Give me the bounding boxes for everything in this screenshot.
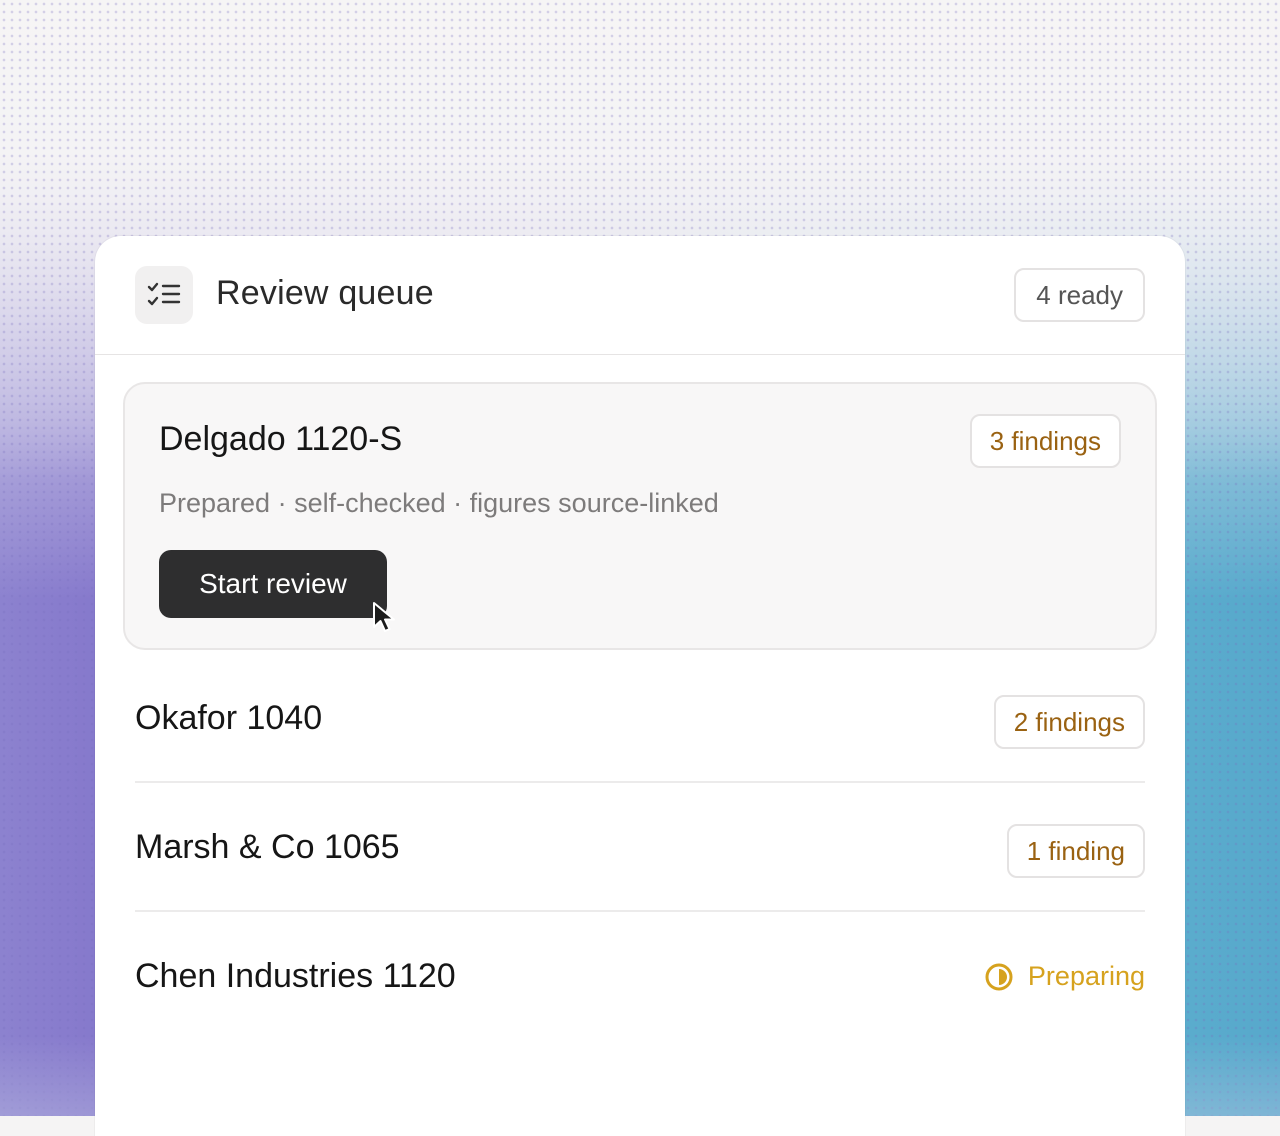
queue-item-title: Okafor 1040 <box>135 699 323 737</box>
ready-count-badge: 4 ready <box>1014 268 1145 322</box>
preparing-status: Preparing <box>984 961 1145 992</box>
page-title: Review queue <box>216 274 434 312</box>
mouse-cursor-icon <box>373 602 395 632</box>
start-review-button[interactable]: Start review <box>159 550 387 618</box>
card-header: Review queue 4 ready <box>95 236 1185 355</box>
findings-badge: 2 findings <box>993 695 1145 749</box>
checklist-icon <box>135 266 193 324</box>
queue-item-title: Delgado 1120-S <box>159 420 403 458</box>
queue-item-active[interactable]: Delgado 1120-S 3 findings Prepared · sel… <box>123 382 1157 650</box>
review-queue-card: Review queue 4 ready Delgado 1120-S 3 fi… <box>95 236 1185 1136</box>
status-label: Preparing <box>1027 961 1145 991</box>
findings-badge: 3 findings <box>969 414 1121 468</box>
half-circle-icon <box>985 963 1013 990</box>
findings-badge: 1 finding <box>1006 824 1145 878</box>
queue-item-title: Chen Industries 1120 <box>135 957 456 995</box>
queue-item-subtitle: Prepared · self-checked · figures source… <box>159 488 719 518</box>
queue-item[interactable]: Chen Industries 1120 Preparing <box>135 913 1145 1041</box>
queue-item-title: Marsh & Co 1065 <box>135 828 400 866</box>
queue-item[interactable]: Marsh & Co 1065 1 finding <box>135 784 1145 912</box>
queue-item[interactable]: Okafor 1040 2 findings <box>135 655 1145 783</box>
